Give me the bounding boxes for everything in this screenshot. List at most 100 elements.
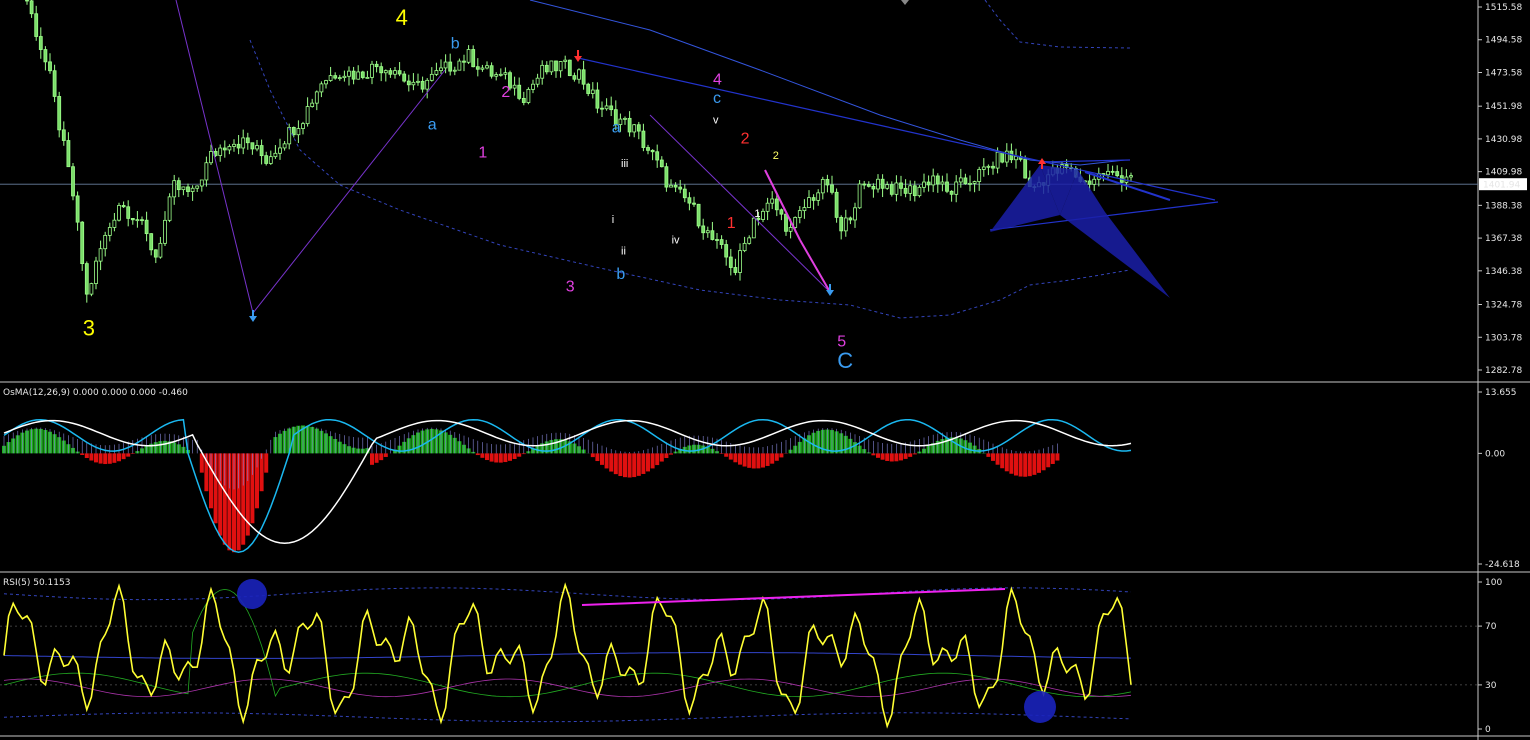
candle-body (692, 202, 696, 205)
osma-bar (659, 453, 664, 462)
candle-body (172, 180, 177, 198)
wave-label: b (451, 35, 460, 52)
candle-body (908, 185, 913, 194)
candle-body (636, 124, 641, 132)
osma-bar (498, 453, 503, 463)
candle-body (779, 209, 784, 215)
osma-bar (756, 453, 761, 469)
scroll-marker-icon (901, 0, 909, 5)
candle-body (590, 89, 595, 94)
wave-label: C (837, 348, 853, 373)
candle-body (673, 184, 678, 188)
candle-body (641, 130, 646, 148)
price-tick-label: 1303.78 (1485, 333, 1522, 343)
candle-body (751, 217, 756, 239)
wave-label: b (616, 266, 625, 283)
candle-body (383, 70, 388, 74)
candle-body (347, 70, 351, 77)
candle-body (825, 179, 830, 186)
candle-body (351, 70, 356, 80)
candle-body (903, 187, 908, 194)
candle-body (517, 84, 522, 99)
price-tick-label: 1473.58 (1485, 68, 1522, 78)
wave-line-highlight (799, 239, 831, 293)
candle-body (710, 230, 715, 240)
osma-bar (121, 453, 126, 460)
osma-bar (747, 453, 752, 468)
candle-body (75, 195, 80, 223)
candle-body (416, 80, 420, 83)
rsi-tick-label: 30 (1485, 681, 1497, 691)
candle-body (273, 152, 278, 158)
candle-body (931, 175, 936, 186)
candle-body (291, 127, 296, 136)
price-tick-label: 1451.98 (1485, 102, 1522, 112)
osma-bar (876, 453, 880, 458)
candle-body (34, 13, 39, 37)
candle-body (199, 179, 204, 187)
candle-body (425, 79, 430, 90)
candle-body (255, 145, 259, 150)
candle-body (544, 64, 549, 73)
wave-label: c (713, 90, 721, 107)
candle-body (365, 76, 370, 79)
candle-body (558, 61, 563, 72)
candle-body (880, 178, 885, 189)
candle-body (963, 177, 968, 185)
candle-body (807, 197, 811, 208)
wave-label: 1 (478, 145, 487, 162)
candle-body (885, 184, 890, 189)
candle-body (705, 230, 710, 234)
osma-tick-label: 13.655 (1485, 388, 1517, 398)
candle-body (586, 83, 591, 94)
candle-body (604, 105, 609, 110)
osma-bar (84, 453, 89, 459)
wave-label: 3 (566, 279, 575, 296)
wave-label: iii (621, 158, 628, 170)
candle-body (724, 244, 729, 258)
osma-bar (986, 453, 991, 457)
osma-bar (107, 453, 112, 464)
osma-bar (489, 453, 494, 462)
candle-body (719, 239, 724, 245)
candle-body (457, 60, 462, 71)
candle-body (52, 70, 57, 97)
osma-bar (1014, 453, 1018, 476)
candle-body (540, 64, 545, 79)
candle-body (770, 198, 775, 204)
candle-body (181, 186, 186, 191)
candle-body (1129, 175, 1133, 178)
wave-label: ii (621, 245, 626, 257)
rsi-lower-band (3, 712, 1132, 723)
candle-body (38, 36, 43, 50)
candle-body (797, 210, 802, 218)
candle-body (848, 217, 853, 221)
candle-body (236, 143, 241, 149)
candle-body (48, 61, 52, 72)
osma-bar (1009, 453, 1014, 474)
candle-body (664, 166, 669, 188)
osma-tick-label: -24.618 (1485, 560, 1520, 570)
candle-body (393, 70, 397, 75)
candle-body (871, 185, 876, 190)
price-tick-label: 1388.38 (1485, 201, 1522, 211)
candle-body (259, 145, 264, 157)
candle-body (977, 169, 982, 182)
candle-body (94, 260, 98, 284)
price-tick-label: 1409.98 (1485, 168, 1522, 178)
candle-body (489, 65, 494, 77)
candle-body (84, 263, 89, 295)
osma-bar (669, 453, 673, 455)
rsi-ma-magenta (3, 678, 1132, 698)
candle-body (747, 237, 752, 244)
osma-bar (871, 453, 876, 456)
osma-bar (1037, 453, 1041, 473)
highlight-circle (237, 579, 267, 609)
candle-body (958, 177, 963, 183)
candle-body (862, 183, 867, 186)
candle-body (761, 210, 765, 220)
candle-body (972, 181, 977, 184)
candle-body (774, 198, 779, 211)
candle-body (411, 81, 416, 86)
wave-label: v (713, 114, 719, 126)
